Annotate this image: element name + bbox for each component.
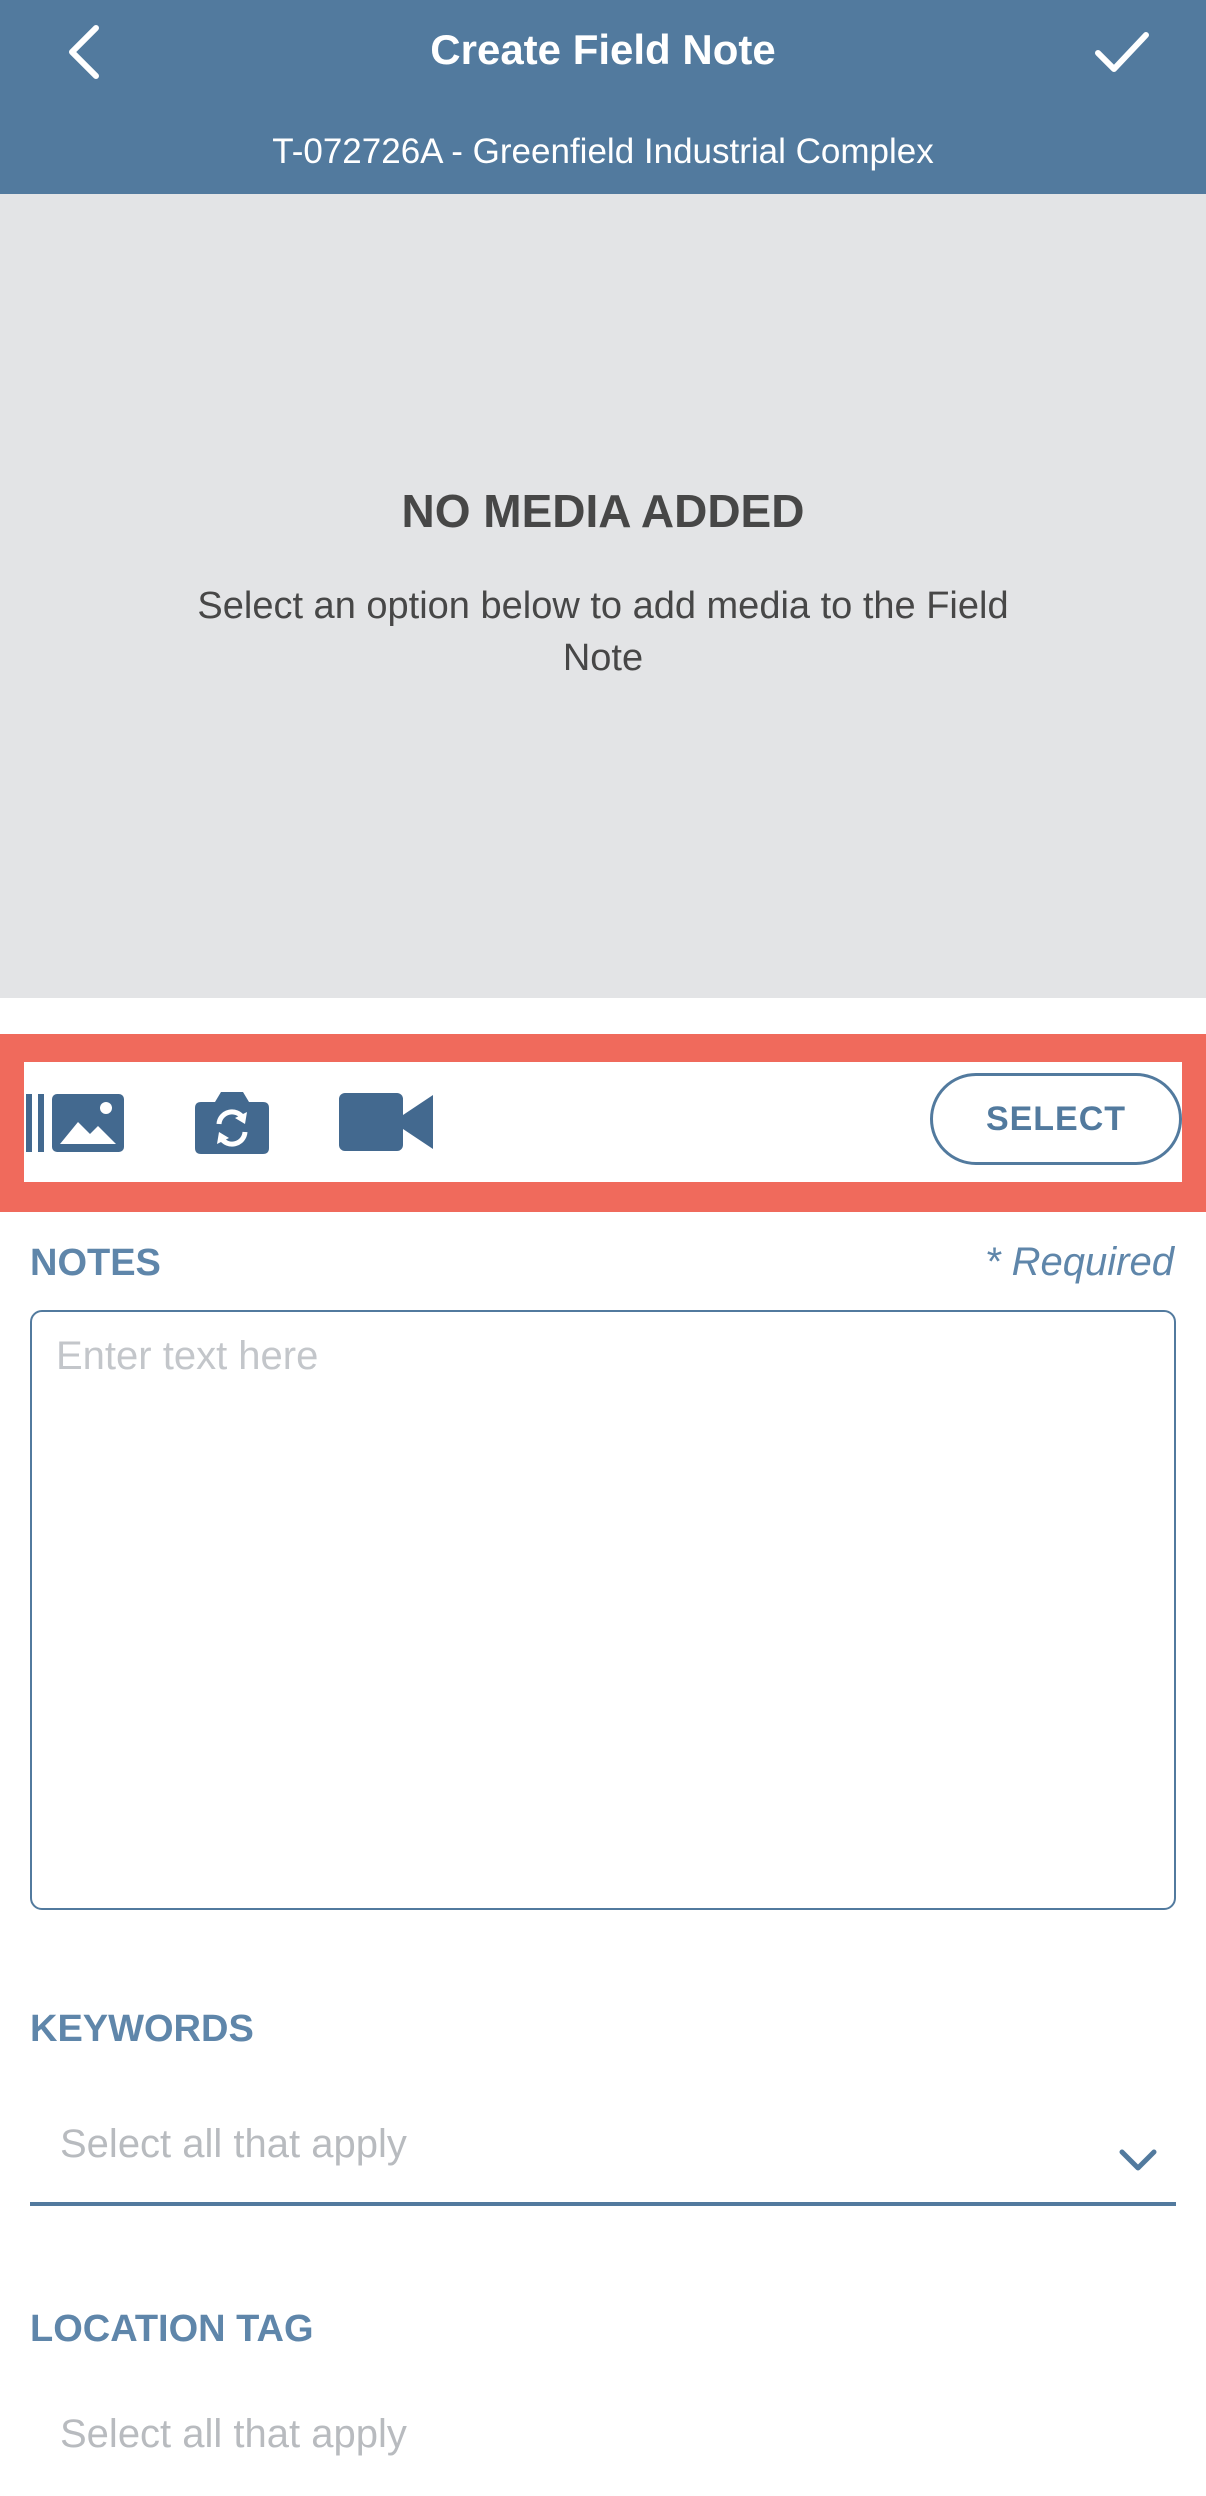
video-camera-icon	[339, 1093, 433, 1151]
media-toolbar: SELECT	[24, 1062, 1182, 1182]
photo-gallery-button[interactable]	[24, 1076, 128, 1168]
project-subtitle: T-072726A - Greenfield Industrial Comple…	[272, 132, 934, 171]
keywords-placeholder: Select all that apply	[60, 2122, 407, 2166]
checkmark-icon	[1095, 32, 1149, 72]
chevron-down-icon	[1119, 2149, 1157, 2171]
location-tag-dropdown[interactable]: Select all that apply	[30, 2400, 1176, 2496]
camera-switch-icon	[195, 1092, 269, 1154]
no-media-description: Select an option below to add media to t…	[197, 585, 1009, 679]
notes-label: NOTES	[30, 1242, 161, 1284]
camera-button[interactable]	[184, 1076, 280, 1168]
keywords-dropdown[interactable]: Select all that apply	[30, 2110, 1176, 2206]
confirm-button[interactable]	[1082, 12, 1162, 92]
app-header: Create Field Note T-072726A - Greenfield…	[0, 0, 1206, 194]
keywords-label: KEYWORDS	[30, 2008, 254, 2050]
media-preview-area: NO MEDIA ADDED Select an option below to…	[0, 194, 1206, 998]
location-tag-label: LOCATION TAG	[30, 2308, 314, 2350]
page-title: Create Field Note	[430, 26, 776, 73]
video-button[interactable]	[334, 1076, 440, 1168]
photo-gallery-icon	[26, 1094, 124, 1152]
location-tag-placeholder: Select all that apply	[60, 2412, 407, 2456]
notes-input[interactable]	[30, 1310, 1176, 1910]
select-media-button[interactable]: SELECT	[930, 1073, 1182, 1165]
required-indicator: * Required	[984, 1240, 1174, 1284]
no-media-title: NO MEDIA ADDED	[401, 485, 805, 537]
